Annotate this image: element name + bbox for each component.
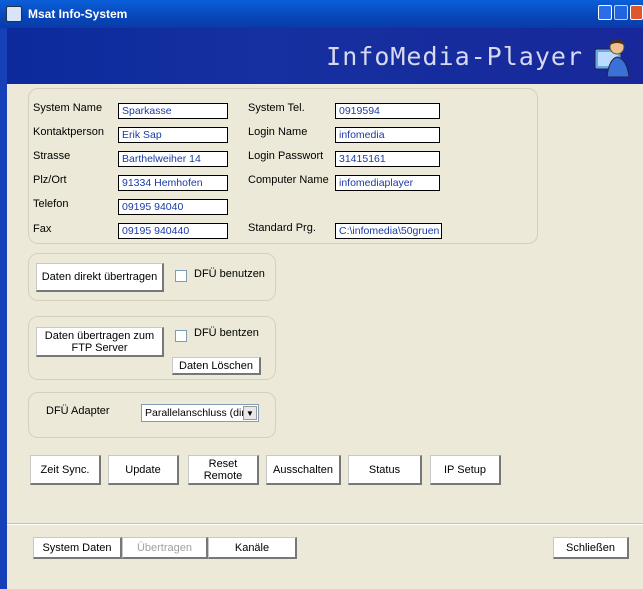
system-name-field[interactable]: Sparkasse	[118, 103, 228, 119]
uebertragen-button[interactable]: Übertragen	[122, 537, 208, 559]
banner: InfoMedia-Player	[7, 28, 643, 84]
strasse-field[interactable]: Barthelweiher 14	[118, 151, 228, 167]
dfu-bentzen-checkbox[interactable]	[175, 330, 187, 342]
dfu-adapter-label: DFÜ Adapter	[46, 405, 110, 417]
kontaktperson-field[interactable]: Erik Sap	[118, 127, 228, 143]
standard-prg-label: Standard Prg.	[248, 222, 316, 234]
user-computer-icon	[594, 39, 630, 78]
system-name-label: System Name	[33, 102, 103, 114]
login-name-label: Login Name	[248, 126, 308, 138]
app-icon	[6, 6, 22, 22]
chevron-down-icon[interactable]: ▼	[243, 406, 257, 420]
login-passwort-label: Login Passwort	[248, 150, 324, 162]
dfu-benutzen-checkbox[interactable]	[175, 270, 187, 282]
window-border	[0, 28, 7, 589]
computer-name-label: Computer Name	[248, 174, 329, 186]
window-title: Msat Info-System	[28, 7, 128, 21]
reset-remote-button[interactable]: Reset Remote	[188, 455, 259, 485]
computer-name-field[interactable]: infomediaplayer	[335, 175, 440, 191]
login-name-field[interactable]: infomedia	[335, 127, 440, 143]
ausschalten-button[interactable]: Ausschalten	[266, 455, 341, 485]
dfu-adapter-value: Parallelanschluss (dir	[145, 407, 245, 419]
zeit-sync-button[interactable]: Zeit Sync.	[30, 455, 101, 485]
fax-label: Fax	[33, 223, 52, 235]
strasse-label: Strasse	[33, 150, 71, 162]
telefon-field[interactable]: 09195 94040	[118, 199, 228, 215]
plz-ort-field[interactable]: 91334 Hemhofen	[118, 175, 228, 191]
update-button[interactable]: Update	[108, 455, 179, 485]
delete-data-button[interactable]: Daten Löschen	[172, 357, 261, 375]
login-passwort-field[interactable]: 31415161	[335, 151, 440, 167]
direct-transfer-button[interactable]: Daten direkt übertragen	[36, 263, 164, 292]
system-tel-label: System Tel.	[248, 102, 305, 114]
ip-setup-button[interactable]: IP Setup	[430, 455, 501, 485]
maximize-icon[interactable]	[614, 5, 628, 20]
banner-title: InfoMedia-Player	[326, 42, 583, 71]
dfu-benutzen-label: DFÜ benutzen	[194, 268, 265, 280]
system-tel-field[interactable]: 0919594	[335, 103, 440, 119]
schliessen-button[interactable]: Schließen	[553, 537, 629, 559]
fax-field[interactable]: 09195 940440	[118, 223, 228, 239]
kontaktperson-label: Kontaktperson	[33, 126, 104, 138]
title-bar: Msat Info-System	[0, 0, 643, 28]
telefon-label: Telefon	[33, 198, 69, 210]
footer-divider	[7, 523, 643, 525]
plz-ort-label: Plz/Ort	[33, 174, 67, 186]
close-icon[interactable]	[630, 5, 643, 20]
dfu-bentzen-label: DFÜ bentzen	[194, 327, 259, 339]
standard-prg-field[interactable]: C:\infomedia\50gruen	[335, 223, 442, 239]
kanaele-button[interactable]: Kanäle	[208, 537, 297, 559]
status-button[interactable]: Status	[348, 455, 422, 485]
minimize-icon[interactable]	[598, 5, 612, 20]
dfu-adapter-select[interactable]: Parallelanschluss (dir ▼	[141, 404, 259, 422]
ftp-transfer-button[interactable]: Daten übertragen zum FTP Server	[36, 327, 164, 357]
system-daten-button[interactable]: System Daten	[33, 537, 122, 559]
